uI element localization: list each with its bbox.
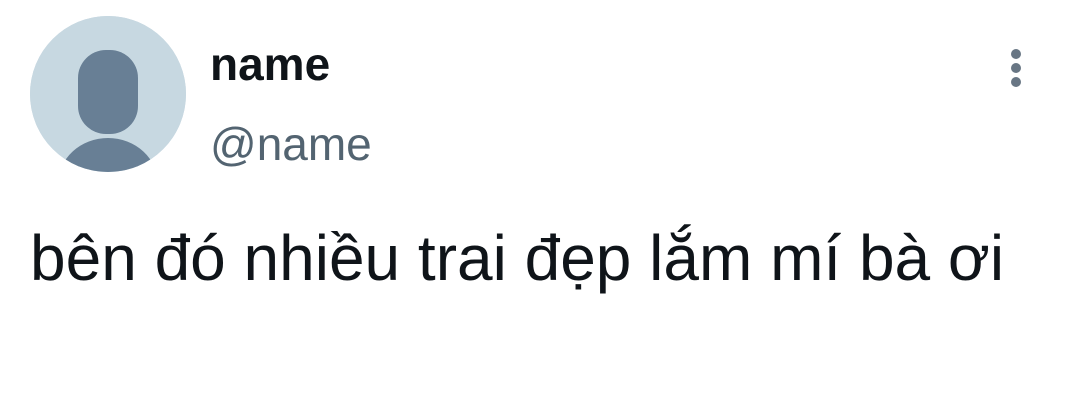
author-display-name[interactable]: name [210,36,330,92]
tweet-card: name @name bên đó nhiều trai đẹp lắm mí … [0,0,1080,400]
avatar[interactable] [30,16,186,172]
more-options-button[interactable] [996,40,1036,96]
tweet-text: bên đó nhiều trai đẹp lắm mí bà ơi [30,222,1005,294]
default-profile-icon [30,16,186,172]
more-vertical-icon [1011,49,1021,87]
author-handle[interactable]: @name [210,116,372,172]
